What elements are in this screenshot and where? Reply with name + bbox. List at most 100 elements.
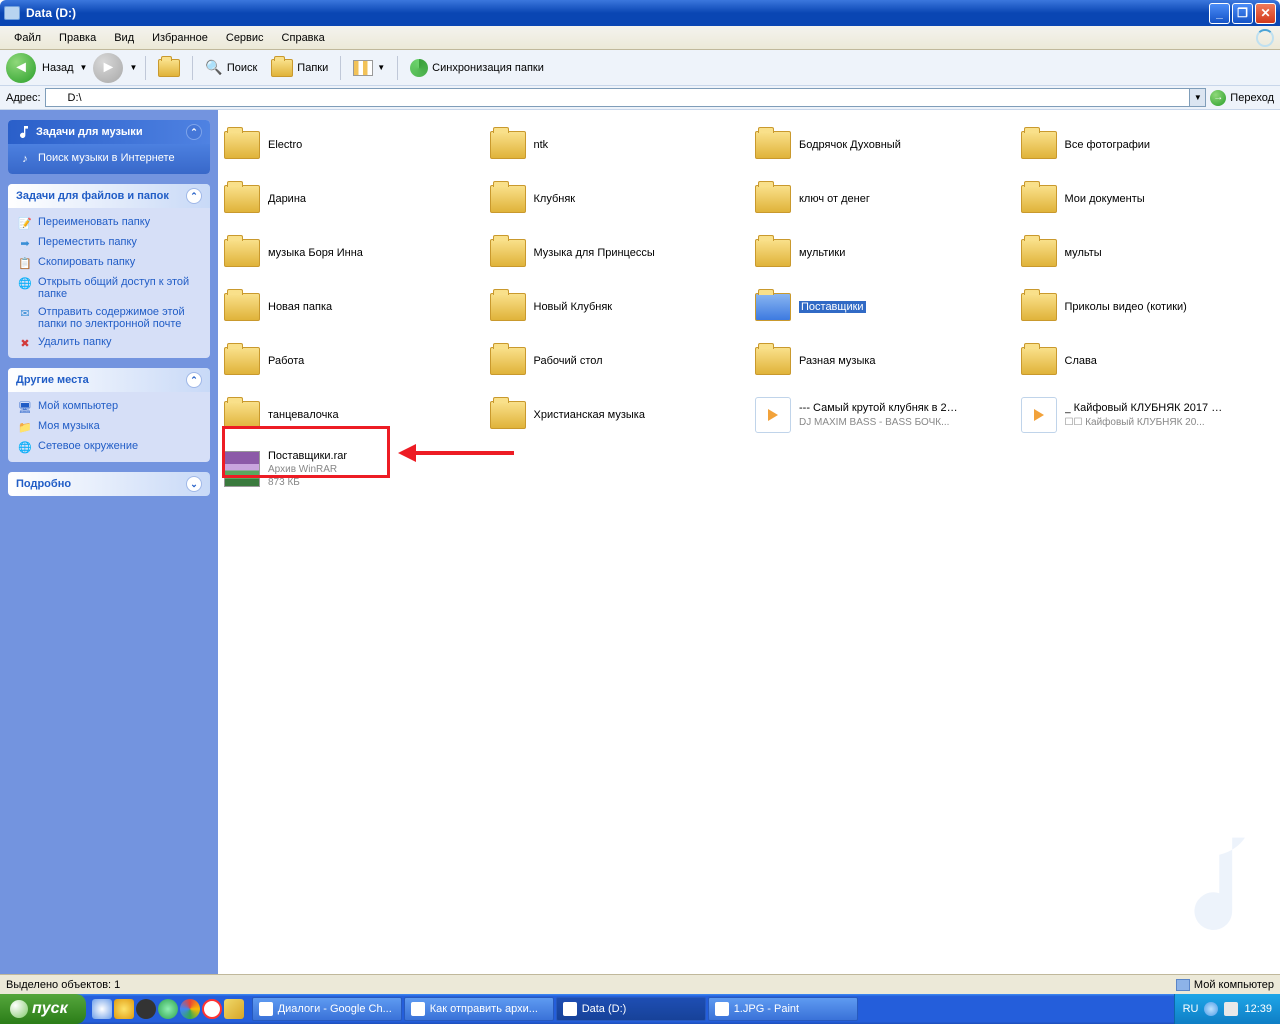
folder-item[interactable]: мультики bbox=[753, 228, 1011, 278]
taskbar-button[interactable]: 1.JPG - Paint bbox=[708, 997, 858, 1021]
folder-item[interactable]: Слава bbox=[1019, 336, 1277, 386]
media-icon bbox=[755, 397, 791, 433]
folder-icon bbox=[1021, 239, 1057, 267]
back-button[interactable]: ◄ bbox=[6, 53, 36, 83]
folder-item[interactable]: Христианская музыка bbox=[488, 390, 746, 440]
folder-item[interactable]: Дарина bbox=[222, 174, 480, 224]
ql-item[interactable] bbox=[180, 999, 200, 1019]
tray-icon[interactable] bbox=[1224, 1002, 1238, 1016]
ql-item[interactable] bbox=[202, 999, 222, 1019]
folder-item[interactable]: танцевалочка bbox=[222, 390, 480, 440]
folder-item[interactable]: Клубняк bbox=[488, 174, 746, 224]
folder-item[interactable]: Бодрячок Духовный bbox=[753, 120, 1011, 170]
folder-item[interactable]: Мои документы bbox=[1019, 174, 1277, 224]
folder-item[interactable]: ntk bbox=[488, 120, 746, 170]
folder-item[interactable]: Поставщики bbox=[753, 282, 1011, 332]
sidebar-tasks-pane: Задачи для музыки ⌃ ♪Поиск музыки в Инте… bbox=[0, 110, 218, 974]
folder-item[interactable]: мульты bbox=[1019, 228, 1277, 278]
panel-details-header[interactable]: Подробно⌄ bbox=[8, 472, 210, 496]
folder-item[interactable]: Работа bbox=[222, 336, 480, 386]
folder-icon bbox=[224, 185, 260, 213]
panel-music-header[interactable]: Задачи для музыки ⌃ bbox=[8, 120, 210, 144]
task-icon: ➡ bbox=[18, 236, 32, 250]
forward-button[interactable]: ► bbox=[93, 53, 123, 83]
rar-file[interactable]: Поставщики.rarАрхив WinRAR873 КБ bbox=[222, 444, 480, 494]
place-0[interactable]: 🖥Мой компьютер bbox=[18, 400, 200, 414]
task-share[interactable]: 🌐Открыть общий доступ к этой папке bbox=[18, 276, 200, 300]
minimize-button[interactable]: _ bbox=[1209, 3, 1230, 24]
folder-item[interactable]: Приколы видео (котики) bbox=[1019, 282, 1277, 332]
ql-item[interactable] bbox=[136, 999, 156, 1019]
menu-edit[interactable]: Правка bbox=[51, 30, 104, 46]
media-file[interactable]: _ Кайфовый КЛУБНЯК 2017 _ - Luna - Run T… bbox=[1019, 390, 1277, 440]
task-move[interactable]: ➡Переместить папку bbox=[18, 236, 200, 250]
toolbar: ◄ Назад ▼ ► ▼ 🔍Поиск Папки ▼ Синхронизац… bbox=[0, 50, 1280, 86]
status-location: Мой компьютер bbox=[1194, 979, 1274, 991]
panel-details: Подробно⌄ bbox=[8, 472, 210, 496]
folder-item[interactable]: Рабочий стол bbox=[488, 336, 746, 386]
folder-item[interactable]: Разная музыка bbox=[753, 336, 1011, 386]
panel-file-tasks-header[interactable]: Задачи для файлов и папок⌃ bbox=[8, 184, 210, 208]
menu-file[interactable]: Файл bbox=[6, 30, 49, 46]
folder-icon bbox=[1021, 131, 1057, 159]
ql-item[interactable] bbox=[158, 999, 178, 1019]
ql-item[interactable] bbox=[224, 999, 244, 1019]
back-dropdown-icon[interactable]: ▼ bbox=[80, 63, 88, 72]
task-search-music-online[interactable]: ♪Поиск музыки в Интернете bbox=[18, 152, 200, 166]
folder-item[interactable]: музыка Боря Инна bbox=[222, 228, 480, 278]
address-dropdown-icon[interactable]: ▼ bbox=[1190, 88, 1206, 107]
close-button[interactable]: ✕ bbox=[1255, 3, 1276, 24]
up-button[interactable] bbox=[154, 57, 184, 79]
folders-button[interactable]: Папки bbox=[267, 57, 332, 79]
folder-item[interactable]: Новый Клубняк bbox=[488, 282, 746, 332]
system-tray: RU 12:39 bbox=[1174, 994, 1280, 1024]
place-icon: 🖥 bbox=[18, 400, 32, 414]
task-rename[interactable]: 📝Переименовать папку bbox=[18, 216, 200, 230]
my-computer-icon bbox=[1176, 979, 1190, 991]
place-1[interactable]: 📁Моя музыка bbox=[18, 420, 200, 434]
taskbar-button[interactable]: Data (D:) bbox=[556, 997, 706, 1021]
sync-button[interactable]: Синхронизация папки bbox=[406, 57, 548, 79]
tray-clock[interactable]: 12:39 bbox=[1244, 1003, 1272, 1015]
folder-icon bbox=[224, 131, 260, 159]
task-icon: ✉ bbox=[18, 306, 32, 320]
media-file[interactable]: --- Самый крутой клубняк в 2016-2017-201… bbox=[753, 390, 1011, 440]
music-note-icon: ♪ bbox=[18, 152, 32, 166]
folder-icon bbox=[1021, 185, 1057, 213]
menu-help[interactable]: Справка bbox=[274, 30, 333, 46]
task-copy[interactable]: 📋Скопировать папку bbox=[18, 256, 200, 270]
folder-icon bbox=[755, 131, 791, 159]
panel-file-tasks: Задачи для файлов и папок⌃ 📝Переименоват… bbox=[8, 184, 210, 358]
taskbar-button[interactable]: Как отправить архи... bbox=[404, 997, 554, 1021]
taskbar-button[interactable]: Диалоги - Google Ch... bbox=[252, 997, 402, 1021]
ql-item[interactable] bbox=[92, 999, 112, 1019]
back-label[interactable]: Назад bbox=[42, 62, 74, 74]
panel-other-places-header[interactable]: Другие места⌃ bbox=[8, 368, 210, 392]
folder-item[interactable]: Все фотографии bbox=[1019, 120, 1277, 170]
chevron-up-icon: ⌃ bbox=[186, 124, 202, 140]
windows-logo-icon bbox=[10, 1000, 28, 1018]
ql-item[interactable] bbox=[114, 999, 134, 1019]
menu-service[interactable]: Сервис bbox=[218, 30, 272, 46]
tray-icon[interactable] bbox=[1204, 1002, 1218, 1016]
folder-item[interactable]: ключ от денег bbox=[753, 174, 1011, 224]
place-2[interactable]: 🌐Сетевое окружение bbox=[18, 440, 200, 454]
forward-dropdown-icon[interactable]: ▼ bbox=[129, 63, 137, 72]
folder-item[interactable]: Новая папка bbox=[222, 282, 480, 332]
folder-item[interactable]: Музыка для Принцессы bbox=[488, 228, 746, 278]
folder-view[interactable]: ElectrontkБодрячок ДуховныйВсе фотографи… bbox=[218, 110, 1280, 974]
watermark-music-icon bbox=[1170, 829, 1260, 949]
menu-view[interactable]: Вид bbox=[106, 30, 142, 46]
address-input[interactable] bbox=[45, 88, 1191, 107]
go-button[interactable]: →Переход bbox=[1210, 90, 1274, 106]
task-delete[interactable]: ✖Удалить папку bbox=[18, 336, 200, 350]
folder-item[interactable]: Electro bbox=[222, 120, 480, 170]
task-email[interactable]: ✉Отправить содержимое этой папки по элек… bbox=[18, 306, 200, 330]
views-button[interactable]: ▼ bbox=[349, 58, 389, 78]
maximize-button[interactable]: ❐ bbox=[1232, 3, 1253, 24]
tray-lang[interactable]: RU bbox=[1183, 1003, 1199, 1015]
menu-favorites[interactable]: Избранное bbox=[144, 30, 216, 46]
start-button[interactable]: пуск bbox=[0, 994, 86, 1024]
search-button[interactable]: 🔍Поиск bbox=[201, 57, 261, 78]
folder-icon bbox=[1021, 293, 1057, 321]
